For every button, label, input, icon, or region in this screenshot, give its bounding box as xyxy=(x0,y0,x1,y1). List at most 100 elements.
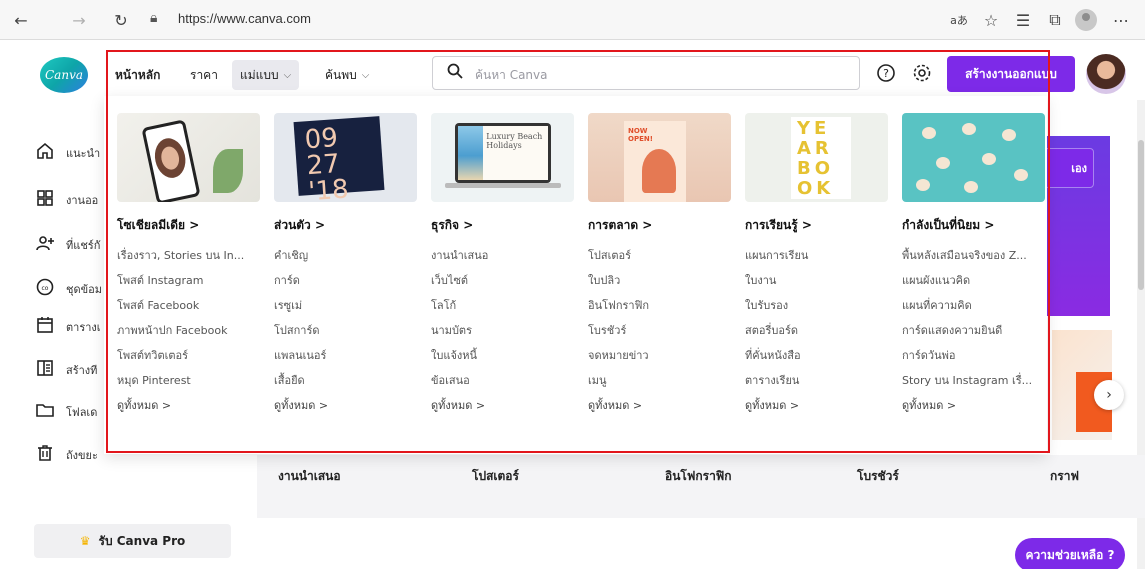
dropdown-link[interactable]: เรซูเม่ xyxy=(274,293,419,318)
dropdown-link[interactable]: ใบงาน xyxy=(745,268,890,293)
thumb-personal[interactable]: 09 27 '18 xyxy=(274,113,417,202)
calendar-icon xyxy=(37,317,53,333)
dropdown-link[interactable]: โพสต์ทวิตเตอร์ xyxy=(117,343,262,368)
dropdown-link[interactable]: ข้อเสนอ xyxy=(431,368,576,393)
collections-icon[interactable]: ⧉ xyxy=(1044,9,1066,31)
see-all-link[interactable]: ดูทั้งหมด > xyxy=(274,393,419,418)
dropdown-link[interactable]: โปสการ์ด xyxy=(274,318,419,343)
dropdown-link[interactable]: ใบรับรอง xyxy=(745,293,890,318)
see-all-link[interactable]: ดูทั้งหมด > xyxy=(745,393,890,418)
dropdown-link[interactable]: ใบแจ้งหนี้ xyxy=(431,343,576,368)
dropdown-link[interactable]: เมนู xyxy=(588,368,733,393)
dropdown-link[interactable]: เว็บไซต์ xyxy=(431,268,576,293)
dropdown-link[interactable]: ที่คั่นหนังสือ xyxy=(745,343,890,368)
settings-icon[interactable] xyxy=(912,63,932,83)
see-all-link[interactable]: ดูทั้งหมด > xyxy=(431,393,576,418)
dropdown-link[interactable]: เสื้อยืด xyxy=(274,368,419,393)
dropdown-link[interactable]: สตอรี่บอร์ด xyxy=(745,318,890,343)
thumb-laptop-text: Luxury Beach Holidays xyxy=(486,132,543,150)
thumb-education[interactable]: YEARBOOK xyxy=(745,113,888,202)
thumb-business[interactable]: Luxury Beach Holidays xyxy=(431,113,574,202)
sidebar-item-brand[interactable]: co ชุดข้อม xyxy=(36,276,102,298)
column-heading[interactable]: ธุรกิจ > xyxy=(431,216,576,235)
address-bar[interactable]: https://www.canva.com xyxy=(178,11,311,26)
search-input[interactable]: ค้นหา Canva xyxy=(432,56,860,90)
dropdown-link[interactable]: การ์ดแสดงความยินดี xyxy=(902,318,1047,343)
promo-button[interactable]: เอง xyxy=(1044,148,1094,188)
dropdown-link[interactable]: การ์ดวันพ่อ xyxy=(902,343,1047,368)
dropdown-link[interactable]: แผนการเรียน xyxy=(745,243,890,268)
nav-pricing[interactable]: ราคา xyxy=(190,60,218,90)
category-infographic[interactable]: อินโฟกราฟิก xyxy=(665,467,732,486)
dropdown-link[interactable]: โลโก้ xyxy=(431,293,576,318)
sidebar-item-planner[interactable]: ตารางเ xyxy=(36,314,101,336)
dropdown-link[interactable]: โปสเตอร์ xyxy=(588,243,733,268)
dropdown-column-social: โซเชียลมีเดีย > เรื่องราว, Stories บน In… xyxy=(117,113,262,418)
nav-discover[interactable]: ค้นพบ ⌵ xyxy=(325,60,369,90)
dropdown-link[interactable]: ภาพหน้าปก Facebook xyxy=(117,318,262,343)
dropdown-link[interactable]: โพสต์ Instagram xyxy=(117,268,262,293)
nav-templates-label: แม่แบบ xyxy=(240,67,279,82)
refresh-icon[interactable]: ↻ xyxy=(110,9,132,31)
sidebar-item-label: โฟลเด xyxy=(66,406,98,419)
dropdown-link[interactable]: แผนที่ความคิด xyxy=(902,293,1047,318)
dropdown-link[interactable]: นามบัตร xyxy=(431,318,576,343)
more-icon[interactable]: ⋯ xyxy=(1110,9,1132,31)
column-heading[interactable]: การตลาด > xyxy=(588,216,733,235)
back-icon[interactable]: ← xyxy=(10,9,32,31)
dropdown-link[interactable]: โบรชัวร์ xyxy=(588,318,733,343)
dropdown-link[interactable]: พื้นหลังเสมือนจริงของ Z... xyxy=(902,243,1047,268)
thumb-social[interactable] xyxy=(117,113,260,202)
sidebar-item-apps[interactable]: สร้างที xyxy=(36,357,97,379)
column-heading[interactable]: การเรียนรู้ > xyxy=(745,216,890,235)
dropdown-link[interactable]: คำเชิญ xyxy=(274,243,419,268)
browser-profile-icon[interactable] xyxy=(1075,9,1097,31)
dropdown-link[interactable]: อินโฟกราฟิก xyxy=(588,293,733,318)
category-brochure[interactable]: โบรชัวร์ xyxy=(857,467,899,486)
sidebar-item-designs[interactable]: งานออ xyxy=(36,187,98,209)
column-heading[interactable]: โซเชียลมีเดีย > xyxy=(117,216,262,235)
help-button[interactable]: ความช่วยเหลือ ? xyxy=(1015,538,1125,569)
apps-icon xyxy=(37,360,53,376)
sidebar-item-shared[interactable]: ที่แชร์กั xyxy=(36,232,100,254)
dropdown-link[interactable]: งานนำเสนอ xyxy=(431,243,576,268)
read-aloud-icon[interactable]: aあ xyxy=(948,9,970,31)
category-presentation[interactable]: งานนำเสนอ xyxy=(278,467,341,486)
dropdown-link[interactable]: การ์ด xyxy=(274,268,419,293)
dropdown-link[interactable]: เรื่องราว, Stories บน In... xyxy=(117,243,262,268)
brand-kit-icon: co xyxy=(36,278,54,296)
nav-home[interactable]: หน้าหลัก xyxy=(115,60,160,90)
nav-discover-label: ค้นพบ xyxy=(325,67,357,82)
category-poster[interactable]: โปสเตอร์ xyxy=(472,467,519,486)
avatar[interactable] xyxy=(1086,54,1126,94)
see-all-link[interactable]: ดูทั้งหมด > xyxy=(902,393,1047,418)
create-design-button[interactable]: สร้างงานออกแบบ xyxy=(947,56,1075,92)
nav-templates[interactable]: แม่แบบ ⌵ xyxy=(232,60,300,90)
forward-icon[interactable]: → xyxy=(68,9,90,31)
category-graph[interactable]: กราฟ xyxy=(1050,467,1079,486)
sidebar-item-label: แนะนำ xyxy=(66,147,101,160)
favorites-icon[interactable]: ☰ xyxy=(1012,9,1034,31)
thumb-marketing[interactable] xyxy=(588,113,731,202)
dropdown-link[interactable]: ตารางเรียน xyxy=(745,368,890,393)
column-heading[interactable]: ส่วนตัว > xyxy=(274,216,419,235)
see-all-link[interactable]: ดูทั้งหมด > xyxy=(588,393,733,418)
add-favorite-icon[interactable]: ☆ xyxy=(980,9,1002,31)
dropdown-link[interactable]: แพลนเนอร์ xyxy=(274,343,419,368)
sidebar-item-trash[interactable]: ถังขยะ xyxy=(36,442,98,464)
sidebar-item-home[interactable]: แนะนำ xyxy=(36,140,100,162)
column-heading[interactable]: กำลังเป็นที่นิยม > xyxy=(902,216,1047,235)
dropdown-link[interactable]: หมุด Pinterest xyxy=(117,368,262,393)
dropdown-link[interactable]: ใบปลิว xyxy=(588,268,733,293)
sidebar-item-folders[interactable]: โฟลเด xyxy=(36,399,97,421)
dropdown-link[interactable]: จดหมายข่าว xyxy=(588,343,733,368)
help-icon[interactable]: ? xyxy=(876,63,896,83)
thumb-trending[interactable] xyxy=(902,113,1045,202)
dropdown-link[interactable]: โพสต์ Facebook xyxy=(117,293,262,318)
canva-logo[interactable]: Canva xyxy=(40,57,88,93)
canva-pro-button[interactable]: ♛ รับ Canva Pro xyxy=(34,524,231,558)
carousel-next-icon[interactable]: › xyxy=(1094,380,1124,410)
dropdown-link[interactable]: Story บน Instagram เรื่... xyxy=(902,368,1047,393)
dropdown-link[interactable]: แผนผังแนวคิด xyxy=(902,268,1047,293)
see-all-link[interactable]: ดูทั้งหมด > xyxy=(117,393,262,418)
